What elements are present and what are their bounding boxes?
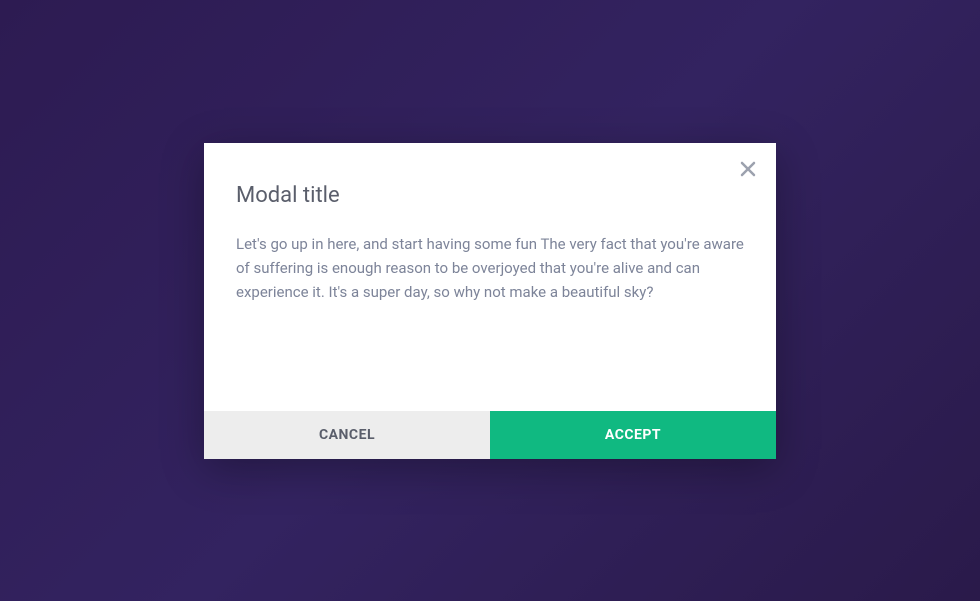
cancel-button[interactable]: CANCEL <box>204 411 490 459</box>
modal-body-text: Let's go up in here, and start having so… <box>236 232 744 304</box>
accept-button[interactable]: ACCEPT <box>490 411 776 459</box>
close-icon <box>740 161 756 181</box>
modal-dialog: Modal title Let's go up in here, and sta… <box>204 143 776 459</box>
close-button[interactable] <box>738 161 758 181</box>
modal-actions: CANCEL ACCEPT <box>204 411 776 459</box>
modal-title: Modal title <box>236 183 744 208</box>
modal-content: Modal title Let's go up in here, and sta… <box>204 143 776 411</box>
